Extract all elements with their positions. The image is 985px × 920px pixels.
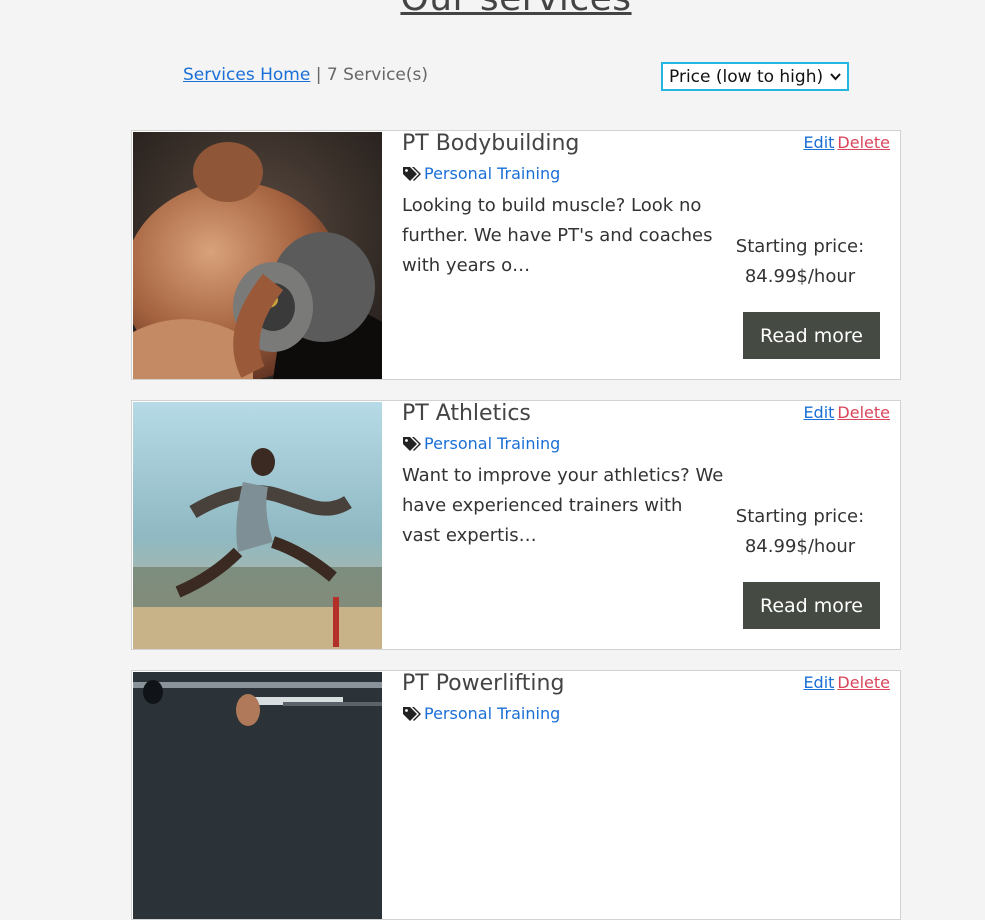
card-actions: Edit Delete (803, 403, 890, 422)
price-value: 84.99$/hour (744, 266, 856, 287)
service-title[interactable]: PT Athletics (402, 401, 531, 426)
delete-link[interactable]: Delete (837, 133, 890, 152)
tags-icon (402, 166, 422, 182)
price-label: Starting price: (735, 236, 865, 257)
card-actions: Edit Delete (803, 673, 890, 692)
service-card: PT Athletics Personal Training Want to i… (131, 400, 901, 650)
service-card: PT Powerlifting Personal Training Edit De… (131, 670, 901, 920)
tags-icon (402, 706, 422, 722)
services-home-link[interactable]: Services Home (183, 65, 310, 85)
service-category: Personal Training (402, 434, 560, 453)
service-category: Personal Training (402, 164, 560, 183)
service-count: 7 Service(s) (326, 65, 429, 85)
breadcrumb-separator: | (310, 65, 327, 85)
service-description: Looking to build muscle? Look no further… (402, 195, 713, 276)
service-image-powerlifting[interactable] (133, 672, 382, 919)
service-title[interactable]: PT Powerlifting (402, 671, 564, 696)
delete-link[interactable]: Delete (837, 673, 890, 692)
service-image-athletics[interactable] (133, 402, 382, 649)
price-value: 84.99$/hour (744, 536, 856, 557)
category-link[interactable]: Personal Training (424, 164, 560, 183)
sort-select[interactable]: Price (low to high) (661, 62, 849, 91)
service-title[interactable]: PT Bodybuilding (402, 131, 579, 156)
read-more-button[interactable]: Read more (743, 312, 880, 359)
price-block: Starting price: 84.99$/hour (720, 232, 880, 292)
sort-selected-value: Price (low to high) (669, 66, 824, 87)
edit-link[interactable]: Edit (803, 673, 834, 692)
service-category: Personal Training (402, 704, 560, 723)
page-title: Our services (0, 0, 985, 19)
read-more-button[interactable]: Read more (743, 582, 880, 629)
breadcrumb: Services Home | 7 Service(s) (183, 65, 428, 85)
card-actions: Edit Delete (803, 133, 890, 152)
tags-icon (402, 436, 422, 452)
category-link[interactable]: Personal Training (424, 434, 560, 453)
price-block: Starting price: 84.99$/hour (720, 502, 880, 562)
service-card: PT Bodybuilding Personal Training Lookin… (131, 130, 901, 380)
price-label: Starting price: (735, 506, 865, 527)
service-description: Want to improve your athletics? We have … (402, 465, 724, 546)
delete-link[interactable]: Delete (837, 403, 890, 422)
edit-link[interactable]: Edit (803, 403, 834, 422)
service-image-bodybuilding[interactable] (133, 132, 382, 379)
category-link[interactable]: Personal Training (424, 704, 560, 723)
edit-link[interactable]: Edit (803, 133, 834, 152)
chevron-down-icon (830, 70, 841, 84)
services-toolbar: Services Home | 7 Service(s) Price (low … (183, 62, 849, 92)
